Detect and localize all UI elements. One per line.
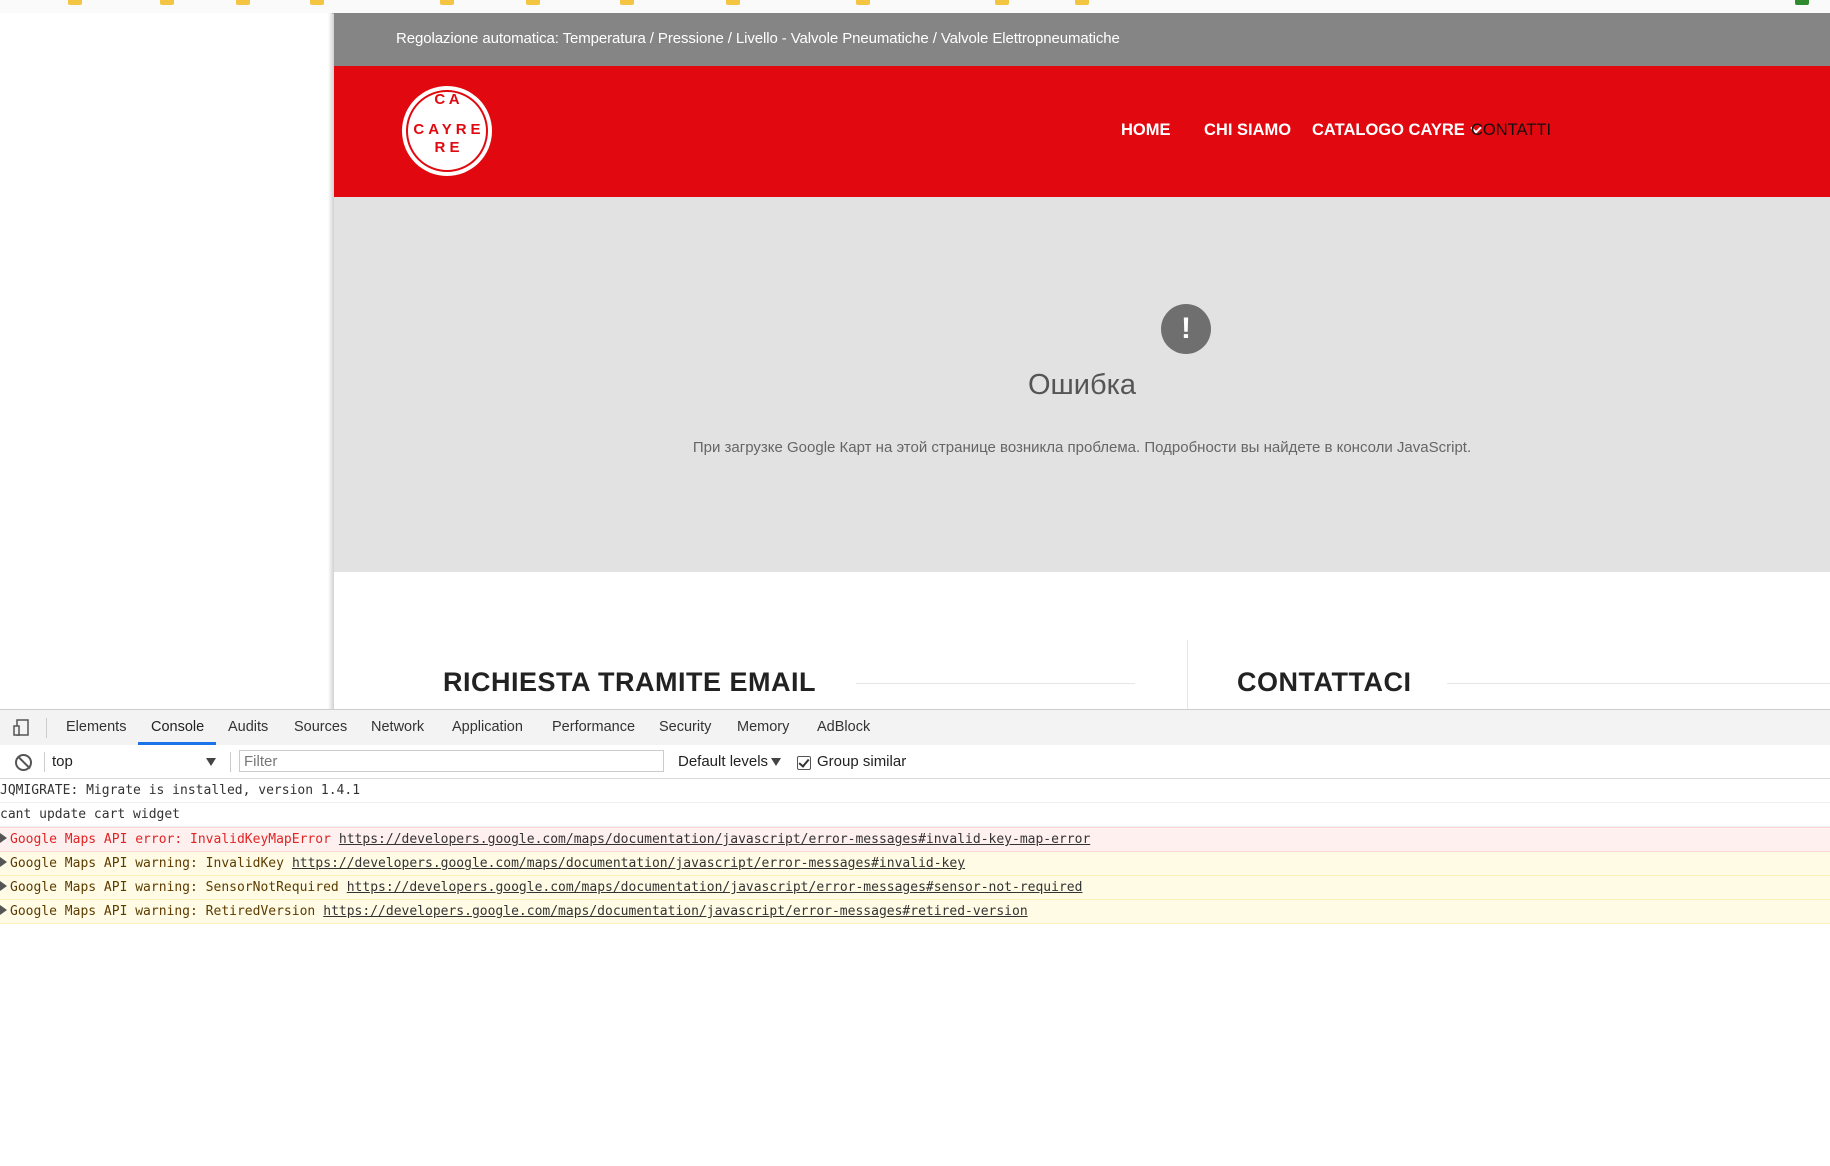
cayre-logo[interactable]: C A CAYRE R E	[402, 86, 492, 176]
topbar-text: Regolazione automatica: Temperatura / Pr…	[396, 30, 1120, 47]
contact-heading: CONTATTACI	[1237, 667, 1412, 697]
expand-triangle-icon[interactable]	[0, 833, 7, 843]
group-similar-checkbox[interactable]	[797, 756, 811, 770]
devtools-panel: Elements Console Audits Sources Network …	[0, 709, 1830, 1166]
logo-vertical-top: C A	[434, 91, 460, 108]
logo-vertical-bottom: R E	[434, 139, 460, 156]
extension-icon[interactable]	[1795, 0, 1809, 5]
error-link[interactable]: https://developers.google.com/maps/docum…	[339, 832, 1090, 847]
expand-triangle-icon[interactable]	[0, 881, 7, 891]
bookmark-folder-icon[interactable]	[440, 0, 454, 5]
bookmark-folder-icon[interactable]	[620, 0, 634, 5]
toolbar-separator	[230, 752, 231, 772]
log-text: JQMIGRATE: Migrate is installed, version…	[0, 783, 361, 798]
bookmark-folder-icon[interactable]	[68, 0, 82, 5]
context-selector[interactable]: top	[52, 751, 222, 773]
top-info-bar: Regolazione automatica: Temperatura / Pr…	[334, 13, 1830, 66]
map-error-panel: ! Ошибка При загрузке Google Карт на это…	[334, 197, 1830, 572]
console-toolbar: top Default levels Group similar	[0, 745, 1830, 779]
bookmark-folder-icon[interactable]	[236, 0, 250, 5]
website-viewport: Regolazione automatica: Temperatura / Pr…	[334, 13, 1830, 709]
bookmarks-bar	[0, 0, 1830, 14]
console-log-line: cant update cart widget	[0, 803, 1830, 827]
bookmark-folder-icon[interactable]	[856, 0, 870, 5]
tab-security[interactable]: Security	[659, 710, 711, 745]
nav-catalog-label: CATALOGO CAYRE	[1312, 121, 1465, 139]
clear-console-icon[interactable]	[15, 754, 32, 771]
console-warning-line[interactable]: Google Maps API warning: InvalidKey https…	[0, 852, 1830, 876]
bookmark-folder-icon[interactable]	[310, 0, 324, 5]
context-value: top	[52, 753, 73, 770]
console-error-line[interactable]: Google Maps API error: InvalidKeyMapErro…	[0, 827, 1830, 852]
tab-memory[interactable]: Memory	[737, 710, 789, 745]
warning-link[interactable]: https://developers.google.com/maps/docum…	[323, 904, 1027, 919]
tab-console[interactable]: Console	[151, 710, 204, 745]
site-header: C A CAYRE R E HOME CHI SIAMO CATALOGO CA…	[334, 66, 1830, 197]
toolbar-separator	[44, 752, 45, 772]
email-request-heading: RICHIESTA TRAMITE EMAIL	[443, 667, 816, 697]
tab-adblock[interactable]: AdBlock	[817, 710, 870, 745]
nav-catalog[interactable]: CATALOGO CAYRE	[1312, 121, 1482, 140]
tab-sources[interactable]: Sources	[294, 710, 347, 745]
bookmark-folder-icon[interactable]	[726, 0, 740, 5]
nav-contacts[interactable]: CONTATTI	[1471, 121, 1551, 140]
filter-input[interactable]	[239, 750, 664, 772]
bookmark-folder-icon[interactable]	[526, 0, 540, 5]
tab-performance[interactable]: Performance	[552, 710, 635, 745]
heading-divider	[856, 683, 1135, 684]
contact-section: RICHIESTA TRAMITE EMAIL CONTATTACI	[334, 572, 1830, 709]
warning-link[interactable]: https://developers.google.com/maps/docum…	[292, 856, 965, 871]
logo-horizontal: CAYRE	[413, 121, 485, 138]
log-text: Google Maps API error: InvalidKeyMapErro…	[10, 832, 331, 847]
column-divider	[1187, 640, 1188, 709]
emulation-gutter	[0, 13, 332, 709]
console-warning-line[interactable]: Google Maps API warning: RetiredVersion h…	[0, 900, 1830, 924]
dropdown-arrow-icon	[771, 758, 781, 766]
error-title: Ошибка	[1027, 369, 1137, 401]
tab-application[interactable]: Application	[452, 710, 523, 745]
bookmark-folder-icon[interactable]	[160, 0, 174, 5]
warning-link[interactable]: https://developers.google.com/maps/docum…	[347, 880, 1083, 895]
group-similar-label: Group similar	[817, 753, 907, 770]
dropdown-arrow-icon	[206, 758, 216, 766]
toolbar-separator	[46, 718, 47, 738]
console-log-line: JQMIGRATE: Migrate is installed, version…	[0, 779, 1830, 803]
heading-divider	[1447, 683, 1830, 684]
nav-home[interactable]: HOME	[1121, 121, 1171, 140]
error-message: При загрузке Google Карт на этой страниц…	[692, 439, 1472, 456]
device-toolbar-icon[interactable]	[13, 719, 30, 736]
log-text: cant update cart widget	[0, 807, 181, 822]
exclamation-icon: !	[1161, 304, 1211, 354]
expand-triangle-icon[interactable]	[0, 857, 7, 867]
tab-elements[interactable]: Elements	[66, 710, 126, 745]
expand-triangle-icon[interactable]	[0, 905, 7, 915]
tab-network[interactable]: Network	[371, 710, 424, 745]
console-warning-line[interactable]: Google Maps API warning: SensorNotRequir…	[0, 876, 1830, 900]
bookmark-folder-icon[interactable]	[1075, 0, 1089, 5]
log-levels-dropdown[interactable]: Default levels	[678, 751, 768, 773]
bookmark-folder-icon[interactable]	[995, 0, 1009, 5]
log-text: Google Maps API warning: RetiredVersion	[10, 904, 316, 919]
console-messages: JQMIGRATE: Migrate is installed, version…	[0, 779, 1830, 924]
nav-about[interactable]: CHI SIAMO	[1204, 121, 1291, 140]
log-text: Google Maps API warning: SensorNotRequir…	[10, 880, 339, 895]
devtools-tabbar: Elements Console Audits Sources Network …	[0, 710, 1830, 746]
tab-audits[interactable]: Audits	[228, 710, 268, 745]
log-text: Google Maps API warning: InvalidKey	[10, 856, 284, 871]
